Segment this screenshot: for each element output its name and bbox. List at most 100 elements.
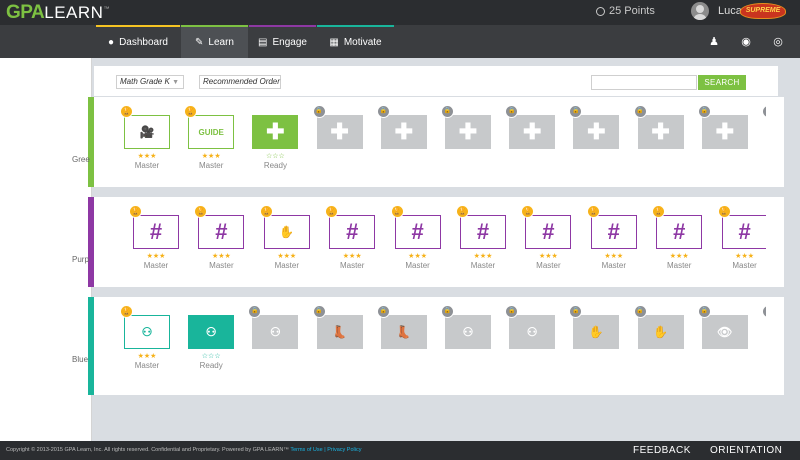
tab-dashboard[interactable]: ● Dashboard — [96, 25, 180, 58]
lesson-tile-box[interactable]: ✚ — [380, 115, 427, 149]
grade-select[interactable]: Math Grade K ▼ — [116, 75, 184, 89]
lesson-tile[interactable]: 👢 🔒 — [312, 305, 367, 375]
lesson-tile-box[interactable]: GUIDE — [188, 115, 235, 149]
lesson-tile[interactable]: ✚🔒 — [441, 105, 495, 175]
star-rating: ★★★ — [277, 253, 297, 260]
lesson-tile[interactable]: # 🏆 ★★★ Master — [325, 205, 379, 275]
nav-right-icons: ♟ ◉ ◎ — [708, 35, 784, 48]
lesson-tile-box[interactable]: ⚇ — [252, 315, 299, 349]
lesson-tile-box[interactable]: # — [656, 215, 703, 249]
lesson-tile[interactable]: 👁🔒 — [697, 305, 752, 375]
points-label: 25 Points — [609, 5, 655, 17]
lesson-tile[interactable]: # 🏆 ★★★ Master — [717, 205, 772, 275]
lesson-tile-box[interactable]: ⚇ — [509, 315, 556, 349]
lesson-tile[interactable]: # 🏆 ★★★ Master — [586, 205, 641, 275]
plus-icon: ✚ — [266, 119, 285, 144]
lesson-tile[interactable]: ⚇ 🔒 — [248, 305, 302, 375]
lock-icon: 🔒 — [633, 105, 647, 118]
terms-link[interactable]: Terms of Use — [290, 447, 322, 453]
lesson-tile[interactable]: ⚇ 🏆 ★★★ Master — [120, 305, 174, 375]
lesson-tile[interactable]: 👢 🔒 — [376, 305, 431, 375]
search-button[interactable]: SEARCH — [698, 75, 746, 90]
lesson-tile-box[interactable]: # — [590, 215, 637, 249]
lesson-tile[interactable]: # 🏆 ★★★ Master — [129, 205, 183, 275]
tile-status: Master — [732, 261, 757, 270]
lesson-tile-box[interactable]: ✚ — [252, 115, 299, 149]
globe-icon[interactable]: ◎ — [772, 35, 784, 48]
lesson-tile-box[interactable]: ⚇ — [124, 315, 170, 349]
hash-icon: # — [346, 219, 359, 244]
gpa-learn-logo[interactable]: GPALEARN™ — [6, 2, 109, 24]
lesson-tile[interactable]: ✋ 🔒 — [569, 305, 623, 375]
row-scroll-fade — [766, 297, 784, 393]
lesson-tile[interactable]: # 🏆 ★★★ Master — [652, 205, 706, 275]
plus-icon: ✚ — [715, 119, 735, 144]
lesson-tile[interactable]: ✚🔒 — [505, 105, 559, 175]
lesson-tile[interactable]: ⚇ 🔒 — [505, 305, 559, 375]
search-input[interactable] — [591, 75, 697, 90]
lesson-tile[interactable]: ⚇ 🔒 — [441, 305, 495, 375]
clock-icon — [596, 6, 605, 16]
lesson-tile[interactable]: ✋ 🔒 — [633, 305, 688, 375]
lesson-tile-box[interactable]: # — [133, 215, 179, 249]
lesson-tile[interactable]: ✚🔒 — [376, 105, 431, 175]
counting-icon: ⚇ — [270, 325, 281, 339]
chevron-down-icon: ▼ — [269, 79, 276, 86]
lesson-tile-box[interactable]: 🎥 — [124, 115, 170, 149]
lesson-tile-box[interactable]: ✚ — [316, 115, 363, 149]
lesson-tile-box[interactable]: ✚ — [573, 115, 620, 149]
lesson-tile-box[interactable]: # — [329, 215, 376, 249]
tab-label: Learn — [208, 37, 234, 48]
lesson-tile-box[interactable]: ✋ — [637, 315, 684, 349]
users-icon[interactable]: ♟ — [708, 35, 720, 48]
lesson-tile[interactable]: ✚🔒 — [633, 105, 688, 175]
tile-status: Ready — [199, 361, 223, 370]
lesson-tile[interactable]: # 🏆 ★★★ Master — [194, 205, 248, 275]
lesson-tile-box[interactable]: ✋ — [573, 315, 620, 349]
lesson-tile[interactable]: # 🏆 ★★★ Master — [390, 205, 445, 275]
lesson-tile-box[interactable]: ✚ — [445, 115, 491, 149]
lesson-tile-box[interactable]: # — [721, 215, 768, 249]
tab-engage[interactable]: ▤ Engage — [249, 25, 316, 58]
lesson-tile-box[interactable]: ✚ — [701, 115, 748, 149]
lesson-tile-box[interactable]: ✚ — [637, 115, 684, 149]
lesson-tile[interactable]: ⚇ ☆☆☆ Ready — [188, 305, 238, 375]
top-header: GPALEARN™ 25 Points Lucas SUPREME — [0, 0, 800, 25]
lesson-tile-box[interactable]: 👢 — [316, 315, 363, 349]
guide-icon: GUIDE — [198, 127, 224, 137]
lesson-tile[interactable]: # 🏆 ★★★ Master — [456, 205, 510, 275]
lesson-tile[interactable]: ✋ 🏆 ★★★ Master — [259, 205, 314, 275]
lesson-tile-box[interactable]: # — [525, 215, 572, 249]
lesson-tile-box[interactable]: ⚇ — [445, 315, 491, 349]
lesson-tile[interactable]: 🎥 🏆 ★★★ Master — [120, 105, 174, 175]
star-rating: ★★★ — [408, 253, 427, 260]
lesson-tile-box[interactable]: ⚇ — [188, 315, 235, 349]
avatar[interactable] — [691, 2, 709, 20]
star-rating: ★★★ — [211, 253, 231, 260]
lesson-tile-box[interactable]: # — [394, 215, 441, 249]
lesson-tile[interactable]: GUIDE 🏆 ★★★ Master — [184, 105, 238, 175]
privacy-link[interactable]: Privacy Policy — [327, 447, 361, 453]
lesson-tile-box[interactable]: 👁 — [701, 315, 748, 349]
tab-learn[interactable]: ✎ Learn — [181, 25, 248, 58]
orientation-link[interactable]: ORIENTATION — [710, 445, 782, 456]
lesson-tile-box[interactable]: # — [460, 215, 506, 249]
lesson-tile[interactable]: ✚ ☆☆☆ Ready — [252, 105, 302, 175]
star-rating: ★★★ — [137, 153, 157, 160]
lesson-tile-box[interactable]: ✋ — [263, 215, 310, 249]
lesson-tile-box[interactable]: ✚ — [509, 115, 556, 149]
lesson-tile[interactable]: ✚🔒 — [312, 105, 367, 175]
chat-bubble-icon[interactable]: ◉ — [740, 35, 752, 48]
star-rating: ★★★ — [137, 353, 157, 360]
lesson-tile[interactable]: ✚🔒 — [697, 105, 752, 175]
hash-icon: # — [411, 219, 424, 244]
tab-motivate[interactable]: ▦ Motivate — [317, 25, 394, 58]
feedback-link[interactable]: FEEDBACK — [633, 445, 691, 456]
lesson-tile[interactable]: ✚🔒 — [569, 105, 623, 175]
lesson-tile-box[interactable]: 👢 — [380, 315, 427, 349]
order-select[interactable]: Recommended Order ▼ — [199, 75, 281, 89]
tile-status: Master — [198, 161, 224, 170]
star-rating: ★★★ — [201, 153, 221, 160]
lesson-tile-box[interactable]: # — [198, 215, 245, 249]
lesson-tile[interactable]: # 🏆 ★★★ Master — [521, 205, 575, 275]
